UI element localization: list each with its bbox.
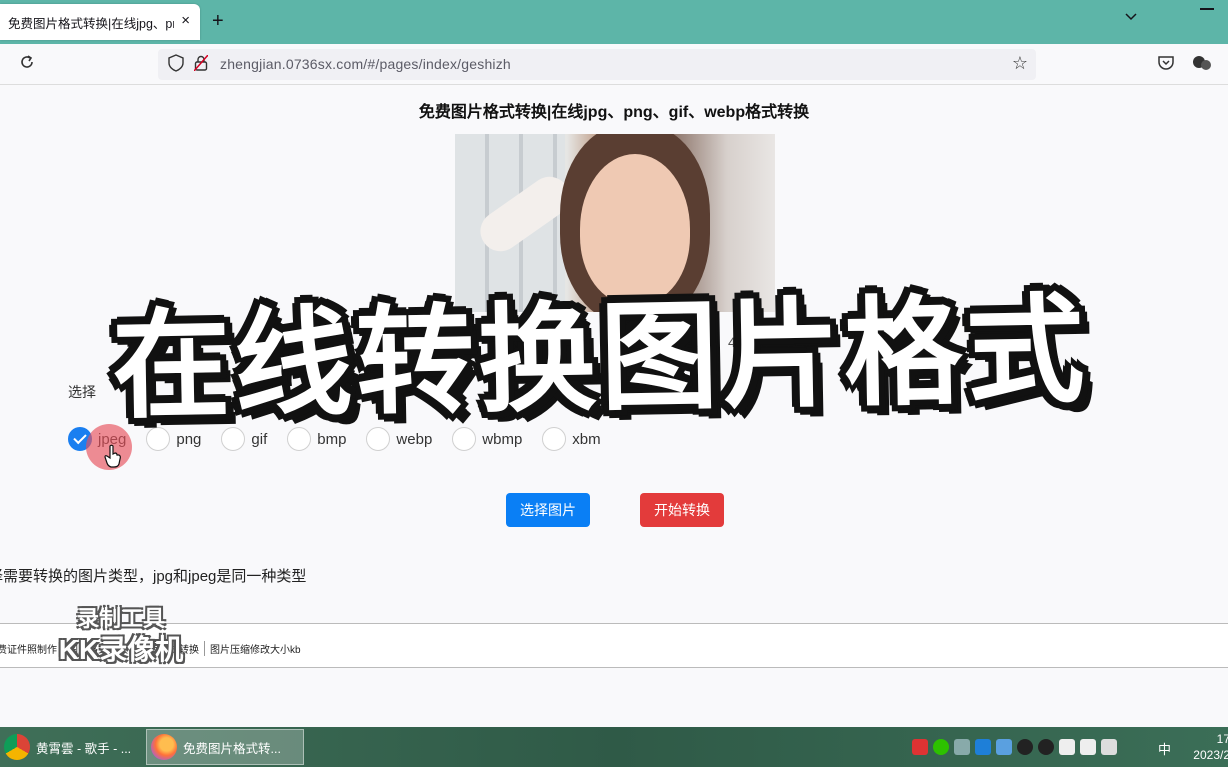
input-method-indicator[interactable]: 中 xyxy=(1158,739,1171,758)
system-tray xyxy=(912,739,1117,755)
start-convert-button[interactable]: 开始转换 xyxy=(640,493,724,527)
hand-cursor-icon xyxy=(104,444,121,468)
taskbar-item-firefox[interactable]: 免费图片格式转... xyxy=(146,729,304,765)
url-bar[interactable]: zhengjian.0736sx.com/#/pages/index/geshi… xyxy=(158,49,1036,80)
clock-time: 17 xyxy=(1216,732,1228,746)
pocket-icon[interactable] xyxy=(1157,54,1175,72)
extensions-icon[interactable] xyxy=(1192,54,1212,72)
select-image-button[interactable]: 选择图片 xyxy=(506,493,590,527)
tray-app-icon[interactable] xyxy=(996,739,1012,755)
taskbar-item-chrome[interactable]: 黄霄雲 - 歌手 - ... xyxy=(0,729,142,765)
clock-date: 2023/2 xyxy=(1193,748,1228,762)
lock-warning-icon[interactable] xyxy=(194,55,208,71)
network-icon[interactable] xyxy=(1059,739,1075,755)
chevron-down-icon[interactable] xyxy=(1124,10,1138,24)
system-clock[interactable]: 17 2023/2 xyxy=(1186,731,1228,763)
tab-title: 免费图片格式转换|在线jpg、pr xyxy=(8,16,174,31)
wechat-icon[interactable] xyxy=(933,739,949,755)
bookmark-star-icon[interactable]: ☆ xyxy=(1012,53,1028,74)
watermark-line2: KK录像机 xyxy=(58,634,184,665)
chrome-icon xyxy=(4,734,30,760)
url-text[interactable]: zhengjian.0736sx.com/#/pages/index/geshi… xyxy=(220,56,511,72)
reload-icon[interactable] xyxy=(18,53,36,71)
new-tab-button[interactable]: + xyxy=(212,10,224,33)
qq-icon[interactable] xyxy=(1017,739,1033,755)
shield-tray-icon[interactable] xyxy=(912,739,928,755)
browser-tab[interactable]: 免费图片格式转换|在线jpg、pr × xyxy=(0,4,200,40)
minimize-icon[interactable] xyxy=(1200,8,1214,10)
page-title: 免费图片格式转换|在线jpg、png、gif、webp格式转换 xyxy=(418,104,810,121)
recorder-watermark: 录制工具 KK录像机 xyxy=(46,605,196,667)
volume-icon[interactable] xyxy=(1080,739,1096,755)
watermark-line1: 录制工具 xyxy=(76,606,165,631)
taskbar: 黄霄雲 - 歌手 - ... 免费图片格式转... 中 17 2023/2 xyxy=(0,727,1228,767)
shield-icon[interactable] xyxy=(168,54,184,72)
monitor-icon[interactable] xyxy=(954,739,970,755)
navigation-bar: zhengjian.0736sx.com/#/pages/index/geshi… xyxy=(0,44,1228,85)
hint-text: 择需要转换的图片类型，jpg和jpeg是同一种类型 xyxy=(0,568,307,585)
qq-icon-2[interactable] xyxy=(1038,739,1054,755)
video-caption-overlay: 在线转换图片格式 xyxy=(111,280,1090,436)
footer-link[interactable]: 图片压缩修改大小kb xyxy=(205,641,306,656)
signal-icon[interactable] xyxy=(1101,739,1117,755)
tab-strip: 免费图片格式转换|在线jpg、pr × + xyxy=(0,0,1228,44)
taskbar-item-label: 免费图片格式转... xyxy=(183,741,281,756)
taskbar-item-label: 黄霄雲 - 歌手 - ... xyxy=(36,741,132,756)
firefox-icon xyxy=(151,734,177,760)
close-tab-icon[interactable]: × xyxy=(181,12,190,29)
p-app-icon[interactable] xyxy=(975,739,991,755)
